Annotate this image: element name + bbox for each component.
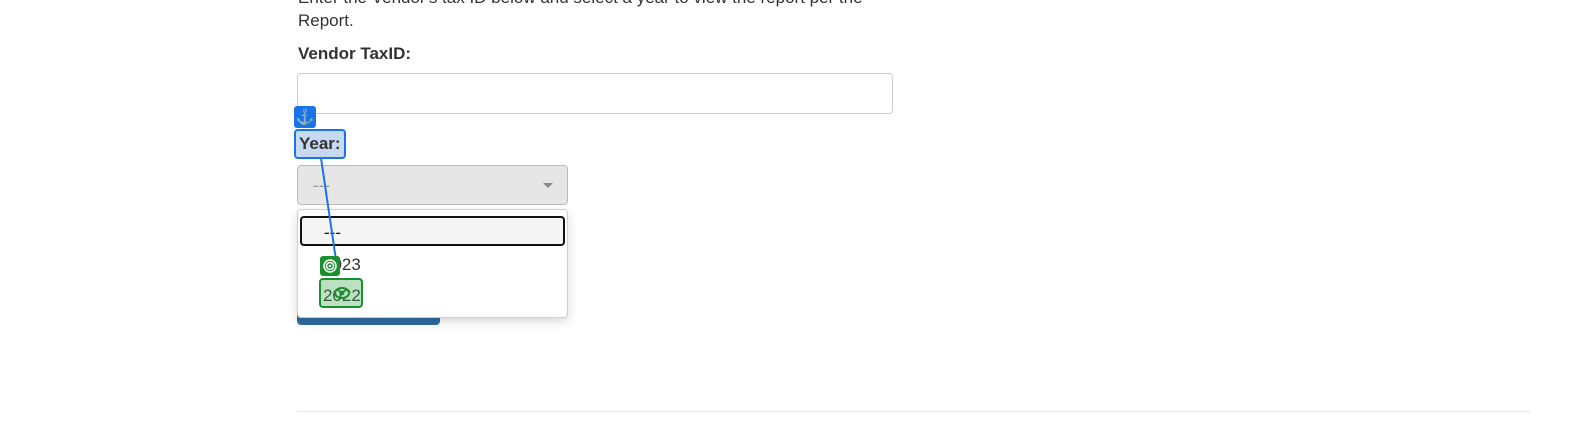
year-label: Year: [294,129,346,159]
dropdown-option-empty[interactable]: --- [300,216,565,246]
annotation-connector [320,157,337,261]
eye-icon [333,285,351,306]
year-select[interactable]: --- [297,165,568,205]
intro-text: Enter the Vendor's tax ID below and sele… [298,0,898,32]
divider [297,411,1531,412]
intro-text-line2: Report. [298,11,354,30]
year-select-value: --- [313,176,330,195]
vendor-taxid-input[interactable] [297,73,893,114]
vendor-taxid-label: Vendor TaxID: [298,44,412,63]
dropdown-option-label: --- [324,223,341,242]
intro-text-line1: Enter the Vendor's tax ID below and sele… [298,0,898,9]
target-icon [320,256,340,276]
anchor-icon: ⚓ [294,106,316,128]
chevron-down-icon [543,183,553,188]
